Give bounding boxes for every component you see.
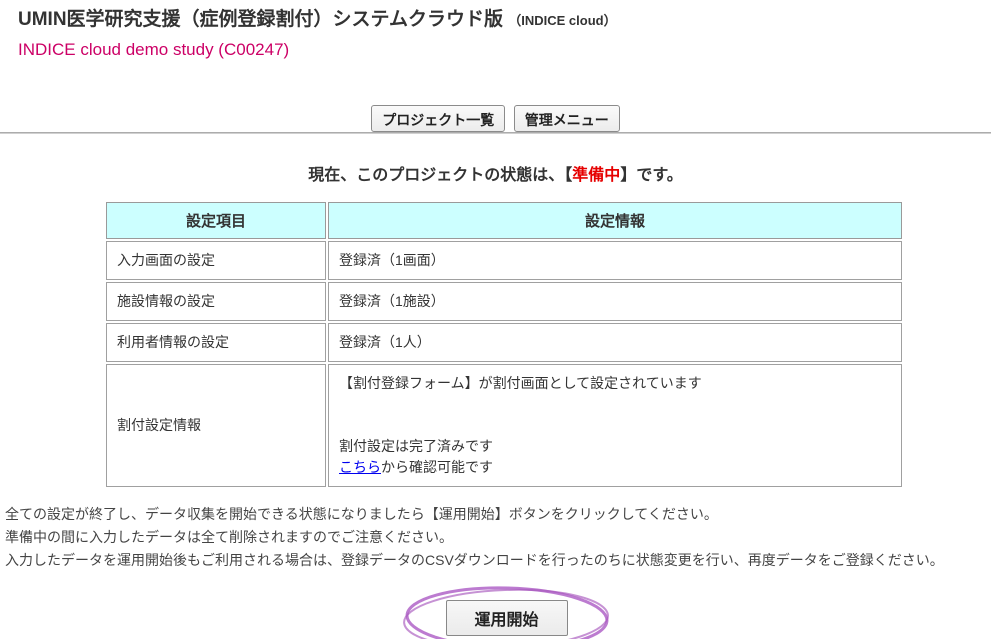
- setting-info-value: 登録済（1施設）: [328, 282, 902, 321]
- page-title-main: UMIN医学研究支援（症例登録割付）システムクラウド版: [18, 9, 503, 30]
- table-row: 施設情報の設定 登録済（1施設）: [106, 282, 902, 321]
- allocation-info-line3: から確認可能です: [381, 459, 493, 475]
- table-row: 入力画面の設定 登録済（1画面）: [106, 241, 902, 280]
- settings-table: 設定項目 設定情報 入力画面の設定 登録済（1画面） 施設情報の設定 登録済（1…: [104, 200, 904, 489]
- column-header-item: 設定項目: [106, 202, 326, 239]
- page-title: UMIN医学研究支援（症例登録割付）システムクラウド版 （INDICE clou…: [18, 8, 991, 33]
- table-header-row: 設定項目 設定情報: [106, 202, 902, 239]
- study-name: INDICE cloud demo study (C00247): [18, 39, 991, 61]
- setting-item-label: 入力画面の設定: [106, 241, 326, 280]
- project-status-line: 現在、このプロジェクトの状態は、【準備中】です。: [0, 161, 991, 185]
- start-operation-button[interactable]: 運用開始: [446, 600, 568, 636]
- notes-block: 全ての設定が終了し、データ収集を開始できる状態になりましたら【運用開始】ボタンを…: [5, 503, 991, 572]
- project-list-button[interactable]: プロジェクト一覧: [371, 105, 505, 132]
- status-state: 準備中: [572, 167, 620, 184]
- nav-bar: プロジェクト一覧 管理メニュー: [0, 105, 991, 132]
- column-header-info: 設定情報: [328, 202, 902, 239]
- note-line-1: 全ての設定が終了し、データ収集を開始できる状態になりましたら【運用開始】ボタンを…: [5, 503, 991, 526]
- table-row: 利用者情報の設定 登録済（1人）: [106, 323, 902, 362]
- setting-item-label: 利用者情報の設定: [106, 323, 326, 362]
- note-line-3: 入力したデータを運用開始後もご利用される場合は、登録データのCSVダウンロードを…: [5, 549, 991, 572]
- setting-item-label: 施設情報の設定: [106, 282, 326, 321]
- table-row: 割付設定情報 【割付登録フォーム】が割付画面として設定されています 割付設定は完…: [106, 364, 902, 487]
- setting-item-label: 割付設定情報: [106, 364, 326, 487]
- setting-info-value: 登録済（1人）: [328, 323, 902, 362]
- setting-info-value: 登録済（1画面）: [328, 241, 902, 280]
- allocation-info-cell: 【割付登録フォーム】が割付画面として設定されています 割付設定は完了済みです こ…: [328, 364, 902, 487]
- note-line-2: 準備中の間に入力したデータは全て削除されますのでご注意ください。: [5, 526, 991, 549]
- divider-rule: [0, 132, 991, 134]
- status-suffix: 】です。: [620, 167, 682, 184]
- start-section: 運用開始: [0, 578, 991, 639]
- kochira-link[interactable]: こちら: [339, 459, 381, 475]
- allocation-info-line2: 割付設定は完了済みです: [339, 438, 493, 454]
- page-title-suffix: （INDICE cloud）: [508, 13, 616, 28]
- status-prefix: 現在、このプロジェクトの状態は、【: [308, 167, 572, 184]
- allocation-info-line1: 【割付登録フォーム】が割付画面として設定されています: [339, 375, 702, 391]
- admin-menu-button[interactable]: 管理メニュー: [514, 105, 620, 132]
- page-header: UMIN医学研究支援（症例登録割付）システムクラウド版 （INDICE clou…: [0, 0, 991, 61]
